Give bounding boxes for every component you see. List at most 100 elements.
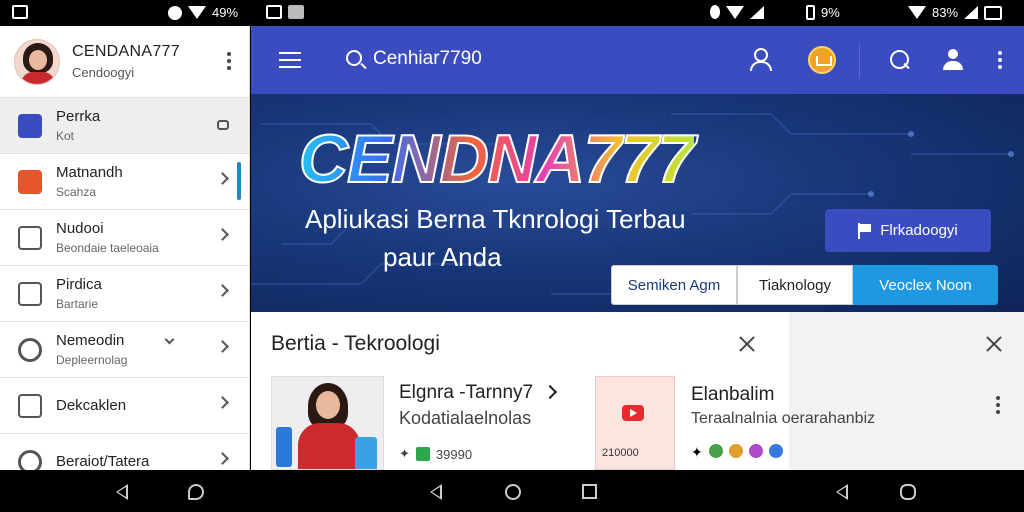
system-nav-bar: [0, 470, 1024, 512]
profile-subtitle: Cendoogyi: [72, 65, 135, 80]
notification-icon: [168, 5, 182, 20]
status-mid-right: 9%: [806, 5, 840, 20]
home-icon[interactable]: [505, 484, 521, 500]
drawer-item-label: Matnandh: [56, 164, 123, 181]
chevron-right-icon[interactable]: [542, 384, 558, 400]
drawer-item-4[interactable]: Nemeodin Depleernolag: [0, 322, 249, 378]
chevron-down-icon[interactable]: [164, 334, 175, 345]
bookmark-icon: [18, 169, 42, 194]
drawer-item-5[interactable]: Dekcaklen: [0, 378, 249, 434]
status-right: 83%: [908, 5, 1003, 20]
chevron-right-icon: [216, 340, 229, 353]
drawer-item-1[interactable]: Matnandh Scahza: [0, 154, 249, 210]
drawer-item-label: Nemeodin: [56, 332, 125, 349]
navigation-drawer: CENDANA777 Cendoogyi Perrka Kot Matnandh…: [0, 26, 250, 470]
hero-tagline-2: paur Anda: [383, 242, 502, 272]
drawer-item-label: Perrka: [56, 108, 101, 125]
assistant-icon[interactable]: [188, 484, 204, 500]
back-icon[interactable]: [836, 484, 848, 500]
wifi-icon: [188, 6, 206, 19]
zoom-icon[interactable]: [888, 48, 912, 72]
hero-cta-label: Flrkadoogyi: [880, 222, 958, 239]
divider: [859, 44, 860, 78]
crown-icon[interactable]: [808, 46, 836, 74]
account-icon[interactable]: [748, 48, 772, 72]
segment-1[interactable]: Tiaknology: [737, 265, 853, 305]
battery-percent-mid: 9%: [821, 5, 840, 20]
news-card-title[interactable]: Elanbalim: [691, 384, 774, 406]
gallery-icon: [18, 281, 42, 306]
news-card-reactions: ✦: [691, 444, 783, 461]
status-left: [12, 5, 28, 19]
star-icon: ✦: [399, 446, 410, 461]
recents-icon[interactable]: [582, 484, 597, 499]
video-meta: 210000: [602, 447, 639, 459]
flag-icon: [858, 222, 872, 239]
back-icon[interactable]: [430, 484, 442, 500]
chevron-right-icon: [216, 396, 229, 409]
status-left-right: 49%: [168, 5, 238, 20]
drawer-item-sub: Depleernolag: [56, 353, 128, 367]
profile-icon[interactable]: [941, 48, 965, 72]
drawer-item-6[interactable]: Beraiot/Tatera: [0, 434, 249, 470]
hero-cta-button[interactable]: Flrkadoogyi: [825, 209, 991, 252]
reaction-icon: [708, 444, 723, 458]
card-icon: [18, 393, 42, 418]
news-thumbnail[interactable]: [271, 376, 384, 470]
news-card-subtitle: Kodatialaelnolas: [399, 408, 532, 428]
drawer-item-sub: Scahza: [56, 185, 97, 199]
search-icon[interactable]: [346, 50, 362, 66]
drawer-item-sub: Bartarie: [56, 297, 99, 311]
menu-icon[interactable]: [279, 52, 301, 73]
segment-2[interactable]: Veoclex Noon: [853, 265, 998, 305]
news-card-meta: ✦ 39990: [399, 446, 472, 462]
news-section: Bertia - Tekroologi Elgnra -Tarnny7 Koda…: [251, 312, 1024, 470]
battery-icon: [806, 5, 815, 20]
close-icon[interactable]: [986, 336, 1002, 352]
drawer-item-label: Beraiot/Tatera: [56, 453, 150, 470]
home-icon[interactable]: [900, 484, 916, 500]
drawer-item-sub: Beondaie taeleoaia: [56, 241, 159, 255]
drawer-item-label: Nudooi: [56, 220, 104, 237]
drawer-item-0[interactable]: Perrka Kot: [0, 98, 249, 154]
back-icon[interactable]: [116, 484, 128, 500]
briefcase-icon: [18, 113, 42, 138]
reaction-icon: [728, 444, 743, 458]
search-query[interactable]: Cenhiar7790: [373, 48, 482, 70]
avatar[interactable]: [14, 38, 60, 85]
mail-icon: [266, 5, 282, 19]
drawer-item-sub: Kot: [56, 129, 75, 143]
list-icon: [18, 225, 42, 250]
globe-icon: [18, 449, 42, 470]
news-card-count: 39990: [435, 446, 473, 462]
more-options-icon[interactable]: [998, 51, 1002, 69]
toggle-icon[interactable]: [217, 120, 229, 130]
drawer-item-label: Pirdica: [56, 276, 102, 293]
profile-header[interactable]: CENDANA777 Cendoogyi: [0, 26, 249, 98]
news-card-title[interactable]: Elgnra -Tarnny7: [399, 382, 533, 404]
segment-0[interactable]: Semiken Agm: [611, 265, 737, 305]
vibrate-icon: [710, 5, 720, 19]
chevron-right-icon: [216, 228, 229, 241]
chevron-right-icon: [216, 452, 229, 465]
active-indicator: [237, 162, 241, 200]
news-card-subtitle: Teraalnalnia oerarahanbiz: [691, 410, 876, 427]
more-options-icon[interactable]: [227, 52, 231, 70]
star-icon: ✦: [691, 444, 703, 460]
gallery-icon: [12, 5, 28, 19]
brand-logo-text: CENDNA777: [298, 120, 696, 198]
battery-full-icon: [984, 5, 1003, 20]
chevron-right-icon: [216, 172, 229, 185]
more-options-icon[interactable]: [996, 396, 1000, 414]
chevron-right-icon: [216, 284, 229, 297]
image-icon: [288, 5, 304, 19]
top-app-bar: Cenhiar7790: [251, 26, 1024, 94]
hero-tagline: Apliukasi Berna Tknrologi Terbau: [305, 204, 686, 234]
wifi-icon: [726, 5, 744, 19]
video-thumbnail[interactable]: 210000: [595, 376, 675, 470]
status-mid: [710, 5, 764, 19]
reaction-icon: [768, 444, 783, 458]
drawer-item-3[interactable]: Pirdica Bartarie: [0, 266, 249, 322]
drawer-item-2[interactable]: Nudooi Beondaie taeleoaia: [0, 210, 249, 266]
close-icon[interactable]: [739, 336, 755, 352]
